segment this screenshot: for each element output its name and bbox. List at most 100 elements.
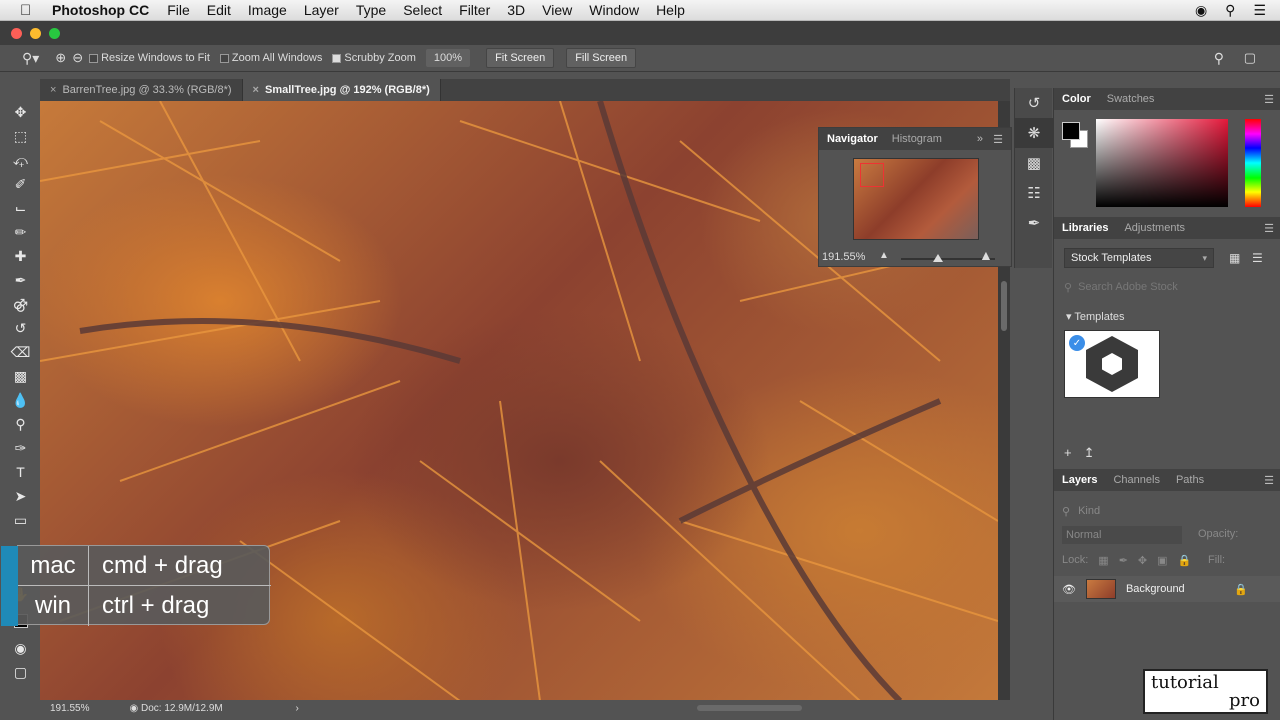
- workspace-icon[interactable]: ▢: [1244, 50, 1256, 66]
- layer-row[interactable]: 👁 Background 🔒: [1054, 576, 1280, 602]
- stock-search[interactable]: ⚲ Search Adobe Stock: [1064, 279, 1274, 295]
- tab-layers[interactable]: Layers: [1062, 474, 1097, 486]
- lock-paint-icon[interactable]: ✒: [1119, 554, 1128, 567]
- zoom-in-large-icon[interactable]: ▲: [979, 247, 993, 263]
- menu-help[interactable]: Help: [656, 2, 685, 18]
- histogram-panel-icon[interactable]: ▩: [1015, 148, 1053, 178]
- navigator-panel-icon[interactable]: ❋: [1015, 118, 1053, 148]
- lock-transparent-icon[interactable]: ▦: [1098, 554, 1108, 567]
- foreground-color-swatch[interactable]: [1062, 122, 1080, 140]
- quick-select-tool-icon[interactable]: ✐: [7, 172, 34, 196]
- blend-mode-select[interactable]: Normal: [1062, 526, 1182, 544]
- menu-window[interactable]: Window: [589, 2, 639, 18]
- upload-icon[interactable]: ↥: [1084, 445, 1095, 461]
- tab-color[interactable]: Color: [1062, 93, 1091, 105]
- tab-histogram[interactable]: Histogram: [892, 133, 942, 145]
- navigator-zoom-value[interactable]: 191.55%: [822, 251, 865, 263]
- brush-settings-icon[interactable]: ✒: [1015, 208, 1053, 238]
- type-tool-icon[interactable]: T: [7, 460, 34, 484]
- history-panel-icon[interactable]: ↺: [1015, 88, 1053, 118]
- menu-3d[interactable]: 3D: [507, 2, 525, 18]
- eraser-tool-icon[interactable]: ⌫: [7, 340, 34, 364]
- tab-libraries[interactable]: Libraries: [1062, 222, 1108, 234]
- gradient-tool-icon[interactable]: ▩: [7, 364, 34, 388]
- add-icon[interactable]: +: [1064, 445, 1072, 461]
- lock-artboard-icon[interactable]: ▣: [1157, 554, 1167, 567]
- resize-windows-checkbox[interactable]: Resize Windows to Fit: [89, 52, 210, 64]
- status-menu-arrow-icon[interactable]: ›: [296, 703, 299, 714]
- horizontal-scroll-thumb[interactable]: [697, 705, 802, 711]
- blur-tool-icon[interactable]: 💧: [7, 388, 34, 412]
- tab-smalltree[interactable]: × SmallTree.jpg @ 192% (RGB/8*): [242, 79, 441, 101]
- notifications-icon[interactable]: ☰: [1253, 2, 1266, 19]
- close-tab-icon[interactable]: ×: [50, 84, 56, 96]
- collapse-icon[interactable]: »: [977, 133, 983, 145]
- menu-type[interactable]: Type: [356, 2, 386, 18]
- tab-barrentree[interactable]: × BarrenTree.jpg @ 33.3% (RGB/8*): [40, 79, 243, 101]
- templates-section-header[interactable]: ▾ Templates: [1066, 310, 1125, 323]
- grid-view-icon[interactable]: ▦: [1229, 251, 1240, 265]
- tab-channels[interactable]: Channels: [1113, 474, 1159, 486]
- tab-paths[interactable]: Paths: [1176, 474, 1204, 486]
- library-select[interactable]: Stock Templates ▾: [1064, 248, 1214, 268]
- close-tab-icon[interactable]: ×: [253, 84, 259, 96]
- eyedropper-tool-icon[interactable]: ✏: [7, 220, 34, 244]
- menu-filter[interactable]: Filter: [459, 2, 490, 18]
- scrubby-zoom-checkbox[interactable]: Scrubby Zoom: [332, 52, 416, 64]
- navigator-zoom-knob[interactable]: [933, 254, 943, 262]
- menu-edit[interactable]: Edit: [207, 2, 231, 18]
- zoom-100-button[interactable]: 100%: [425, 49, 471, 67]
- apple-icon[interactable]: : [20, 2, 40, 19]
- color-field[interactable]: [1096, 119, 1228, 207]
- dodge-tool-icon[interactable]: ⚲: [7, 412, 34, 436]
- eye-icon[interactable]: 👁: [1062, 583, 1076, 596]
- brush-tool-icon[interactable]: ✒: [7, 268, 34, 292]
- menu-select[interactable]: Select: [403, 2, 442, 18]
- zoom-tool-icon[interactable]: ⚲▾: [22, 50, 39, 67]
- crop-tool-icon[interactable]: ⌙: [7, 196, 34, 220]
- fill-screen-button[interactable]: Fill Screen: [566, 48, 637, 68]
- layer-filter[interactable]: ⚲ Kind: [1062, 502, 1272, 520]
- path-selection-tool-icon[interactable]: ➤: [7, 484, 34, 508]
- properties-panel-icon[interactable]: ☷: [1015, 178, 1053, 208]
- screen-mode-icon[interactable]: ▢: [7, 660, 34, 684]
- quick-mask-icon[interactable]: ◉: [7, 636, 34, 660]
- panel-menu-icon[interactable]: ☰: [1264, 474, 1274, 487]
- list-view-icon[interactable]: ☰: [1252, 251, 1263, 265]
- creative-cloud-icon[interactable]: ◉: [1195, 2, 1207, 19]
- minimize-window-button[interactable]: [30, 28, 41, 39]
- panel-menu-icon[interactable]: ☰: [1264, 93, 1274, 106]
- menu-file[interactable]: File: [167, 2, 190, 18]
- history-brush-tool-icon[interactable]: ↺: [7, 316, 34, 340]
- spotlight-search-icon[interactable]: ⚲: [1225, 2, 1235, 19]
- pen-tool-icon[interactable]: ✑: [7, 436, 34, 460]
- move-tool-icon[interactable]: ✥: [7, 100, 34, 124]
- search-icon[interactable]: ⚲: [1214, 50, 1224, 67]
- close-window-button[interactable]: [11, 28, 22, 39]
- marquee-tool-icon[interactable]: ⬚: [7, 124, 34, 148]
- navigator-thumbnail[interactable]: [853, 158, 979, 240]
- menu-view[interactable]: View: [542, 2, 572, 18]
- panel-menu-icon[interactable]: ☰: [993, 133, 1003, 146]
- zoom-out-icon[interactable]: ⊖: [72, 50, 83, 66]
- healing-brush-tool-icon[interactable]: ✚: [7, 244, 34, 268]
- zoom-in-icon[interactable]: ⊕: [55, 50, 66, 66]
- zoom-out-small-icon[interactable]: ▲: [879, 250, 889, 261]
- zoom-window-button[interactable]: [49, 28, 60, 39]
- status-zoom[interactable]: 191.55%: [50, 703, 89, 714]
- lasso-tool-icon[interactable]: ⤽: [7, 148, 34, 172]
- app-name[interactable]: Photoshop CC: [52, 2, 149, 18]
- view-box[interactable]: [860, 163, 884, 187]
- hue-slider[interactable]: [1245, 119, 1261, 207]
- zoom-all-checkbox[interactable]: Zoom All Windows: [219, 52, 322, 64]
- fit-screen-button[interactable]: Fit Screen: [486, 48, 555, 68]
- menu-layer[interactable]: Layer: [304, 2, 339, 18]
- menu-image[interactable]: Image: [248, 2, 287, 18]
- panel-menu-icon[interactable]: ☰: [1264, 222, 1274, 235]
- rectangle-tool-icon[interactable]: ▭: [7, 508, 34, 532]
- clone-stamp-tool-icon[interactable]: ⚣: [7, 292, 34, 316]
- tab-swatches[interactable]: Swatches: [1107, 93, 1155, 105]
- status-doc-size[interactable]: ◉ Doc: 12.9M/12.9M ›: [129, 703, 298, 714]
- layer-name[interactable]: Background: [1126, 583, 1185, 595]
- vertical-scroll-thumb[interactable]: [1001, 281, 1007, 331]
